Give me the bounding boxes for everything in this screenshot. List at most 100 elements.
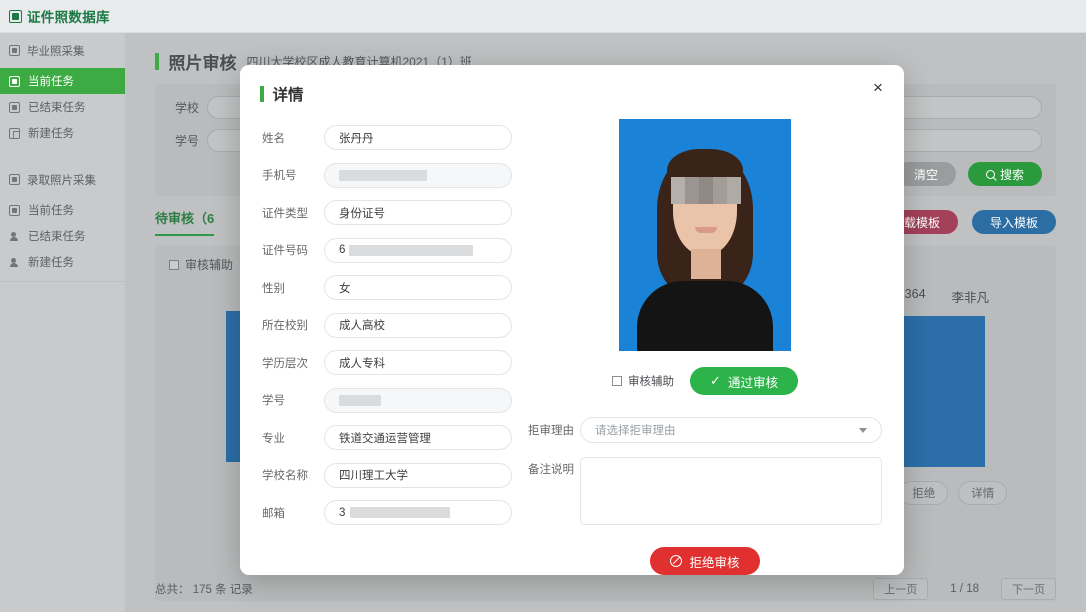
sidebar-item-finished-task-graduation[interactable]: 已结束任务 (0, 94, 125, 120)
field-row-id-type: 证件类型 身份证号 (262, 200, 512, 225)
sidebar-item-label: 新建任务 (28, 128, 74, 140)
image-icon (9, 45, 20, 56)
field-value-student-id[interactable] (324, 387, 512, 413)
reject-reason-placeholder: 请选择拒审理由 (595, 425, 676, 437)
field-row-school-name: 学校名称 四川理工大学 (262, 462, 512, 488)
image-database-icon (9, 9, 22, 23)
field-value-school-name[interactable]: 四川理工大学 (324, 462, 512, 488)
field-row-phone: 手机号 (262, 162, 512, 188)
field-value-campus-type[interactable]: 成人高校 (324, 312, 512, 338)
field-label-campus-type: 所在校别 (262, 320, 308, 332)
field-label-gender: 性别 (262, 282, 285, 295)
field-value-id-number[interactable]: 6 (324, 237, 512, 263)
sidebar-item-label: 当前任务 (28, 205, 74, 217)
close-icon[interactable]: × (868, 78, 888, 98)
masked-value (350, 507, 451, 518)
memo-textarea[interactable] (580, 457, 882, 525)
field-label-phone: 手机号 (262, 170, 297, 182)
sidebar-divider (0, 281, 125, 282)
search-icon (985, 169, 995, 179)
sidebar-group-graduation[interactable]: 毕业照采集 (0, 33, 125, 68)
modal-title: 详情 (272, 87, 304, 104)
email-prefix: 3 (339, 506, 346, 519)
reject-mini-button[interactable]: 拒绝 (899, 481, 949, 505)
next-page-button[interactable]: 下一页 (1001, 578, 1056, 600)
id-number-prefix: 6 (339, 244, 346, 256)
detail-mini-button[interactable]: 详情 (958, 481, 1008, 505)
id-badge-icon (9, 204, 20, 216)
search-button[interactable]: 搜索 (967, 162, 1042, 186)
field-label-id-type: 证件类型 (262, 207, 308, 220)
field-value-major[interactable]: 铁道交通运营管理 (324, 425, 512, 450)
sidebar-item-finished-task-admission[interactable]: 已结束任务 (0, 223, 125, 249)
sidebar-item-current-task-admission[interactable]: 当前任务 (0, 197, 125, 223)
sidebar-item-label: 已结束任务 (28, 102, 86, 114)
id-photo (619, 119, 791, 351)
review-assist-checkbox[interactable] (612, 376, 623, 386)
reject-button-label: 拒绝审核 (689, 555, 740, 570)
memo-row: 备注说明 (528, 457, 882, 525)
pagination: 上一页 1 / 18 下一页 (873, 578, 1056, 600)
approve-button[interactable]: ✓ 通过审核 (690, 367, 798, 395)
reject-reason-label: 拒审理由 (528, 425, 574, 437)
search-button-label: 搜索 (999, 167, 1024, 182)
field-value-education-level[interactable]: 成人专科 (324, 350, 512, 375)
field-value-email[interactable]: 3 (324, 500, 512, 525)
title-accent-bar (155, 53, 159, 70)
search-label-school: 学校 (174, 101, 199, 115)
reject-reason-select[interactable]: 请选择拒审理由 (580, 417, 882, 443)
chevron-down-icon (859, 427, 867, 433)
field-label-student-id: 学号 (262, 395, 285, 407)
photo-mosaic-redaction (671, 177, 741, 204)
field-value-id-type[interactable]: 身份证号 (324, 200, 512, 225)
field-value-phone[interactable] (324, 162, 512, 188)
review-assist-checkbox-row[interactable]: 审核辅助 (612, 373, 674, 389)
field-row-id-number: 证件号码 6 (262, 237, 512, 263)
photo-mouth (695, 227, 717, 233)
sidebar-item-new-task-admission[interactable]: 新建任务 (0, 249, 125, 275)
app-logo[interactable]: 证件照数据库 (9, 6, 110, 26)
tab-pending-review[interactable]: 待审核（6 (155, 208, 215, 236)
select-all-checkbox[interactable] (169, 259, 179, 270)
sidebar-group-admission[interactable]: 录取照片采集 (0, 162, 125, 197)
masked-value (339, 394, 381, 406)
modal-title-accent-bar (260, 86, 264, 102)
field-label-school-name: 学校名称 (262, 470, 308, 482)
sidebar-item-new-task-graduation[interactable]: 新建任务 (0, 120, 125, 146)
reject-button[interactable]: 拒绝审核 (650, 547, 760, 575)
person-add-icon (9, 257, 20, 268)
page-indicator: 1 / 18 (950, 583, 979, 595)
import-template-button[interactable]: 导入模板 (971, 210, 1056, 234)
field-row-campus-type: 所在校别 成人高校 (262, 312, 512, 338)
sidebar-item-current-task-graduation[interactable]: 当前任务 (0, 68, 125, 94)
ban-icon (670, 555, 683, 567)
reject-row: 拒绝审核 (528, 547, 882, 575)
modal-body: 姓名 张丹丹 手机号 证件类型 身份证号 证件号码 6 性别 女 所在校别 成人… (240, 105, 904, 575)
field-row-student-id: 学号 (262, 387, 512, 413)
check-icon: ✓ (710, 373, 721, 388)
review-assist-label: 审核辅助 (628, 376, 675, 388)
top-bar: 证件照数据库 (0, 0, 1086, 33)
field-label-name: 姓名 (262, 132, 285, 145)
field-label-email: 邮箱 (262, 507, 285, 520)
field-value-gender[interactable]: 女 (324, 275, 512, 300)
id-card-icon (9, 174, 20, 185)
select-all-label: 审核辅助 (185, 258, 234, 272)
detail-modal: × 详情 姓名 张丹丹 手机号 证件类型 身份证号 证件号码 6 性别 女 所在… (240, 65, 904, 575)
sidebar-group-label: 毕业照采集 (27, 45, 85, 58)
tabs: 待审核（6 (155, 208, 215, 236)
archive-icon (9, 101, 20, 113)
sidebar-item-label: 新建任务 (28, 257, 74, 269)
approve-row: 审核辅助 ✓ 通过审核 (528, 367, 882, 395)
prev-page-button[interactable]: 上一页 (873, 578, 929, 600)
clear-button[interactable]: 清空 (895, 162, 956, 186)
field-label-education-level: 学历层次 (262, 357, 308, 370)
person-check-icon (9, 231, 20, 242)
modal-header: 详情 (240, 65, 904, 105)
app-title: 证件照数据库 (27, 10, 110, 25)
field-label-id-number: 证件号码 (262, 245, 308, 257)
field-value-name[interactable]: 张丹丹 (324, 125, 512, 150)
student-name: 李非凡 (951, 291, 990, 305)
photo-neck (691, 249, 721, 279)
sidebar-item-label: 当前任务 (28, 76, 74, 88)
